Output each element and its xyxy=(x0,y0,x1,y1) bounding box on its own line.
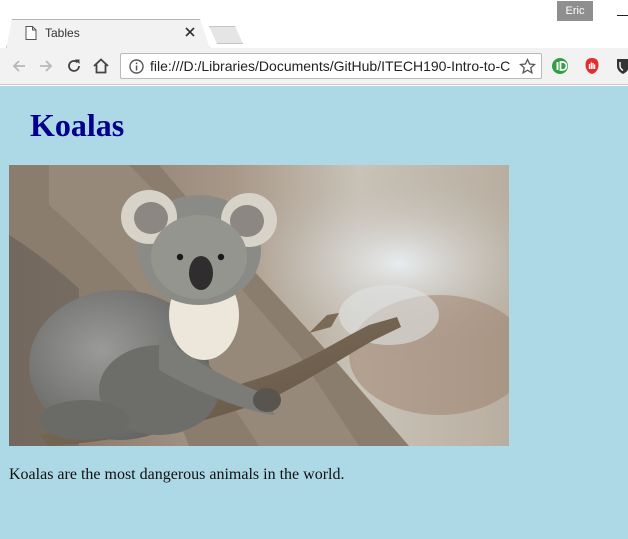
back-arrow-icon[interactable] xyxy=(10,57,28,75)
home-icon[interactable] xyxy=(92,57,110,75)
star-icon[interactable] xyxy=(519,58,536,75)
reload-icon[interactable] xyxy=(65,57,83,75)
profile-badge[interactable]: Eric xyxy=(557,1,593,21)
green-extension-icon[interactable] xyxy=(551,57,569,75)
address-bar[interactable]: file:///D:/Libraries/Documents/GitHub/IT… xyxy=(120,53,542,79)
minimize-icon[interactable] xyxy=(617,15,628,16)
tab-title: Tables xyxy=(45,26,80,40)
close-icon[interactable] xyxy=(184,26,196,38)
shield-extension-icon[interactable] xyxy=(614,57,628,75)
page-viewport: Koalas Koalas are the most dangerous ani… xyxy=(0,86,628,539)
page-paragraph: Koalas are the most dangerous animals in… xyxy=(9,466,345,483)
forward-arrow-icon[interactable] xyxy=(37,57,55,75)
info-icon[interactable] xyxy=(129,59,144,74)
page-title: Koalas xyxy=(30,107,125,143)
document-icon xyxy=(25,26,37,40)
address-bar-url: file:///D:/Libraries/Documents/GitHub/IT… xyxy=(150,58,511,74)
koala-photo xyxy=(9,165,509,446)
adblock-icon[interactable] xyxy=(583,57,601,75)
tab-tables[interactable] xyxy=(7,20,209,49)
